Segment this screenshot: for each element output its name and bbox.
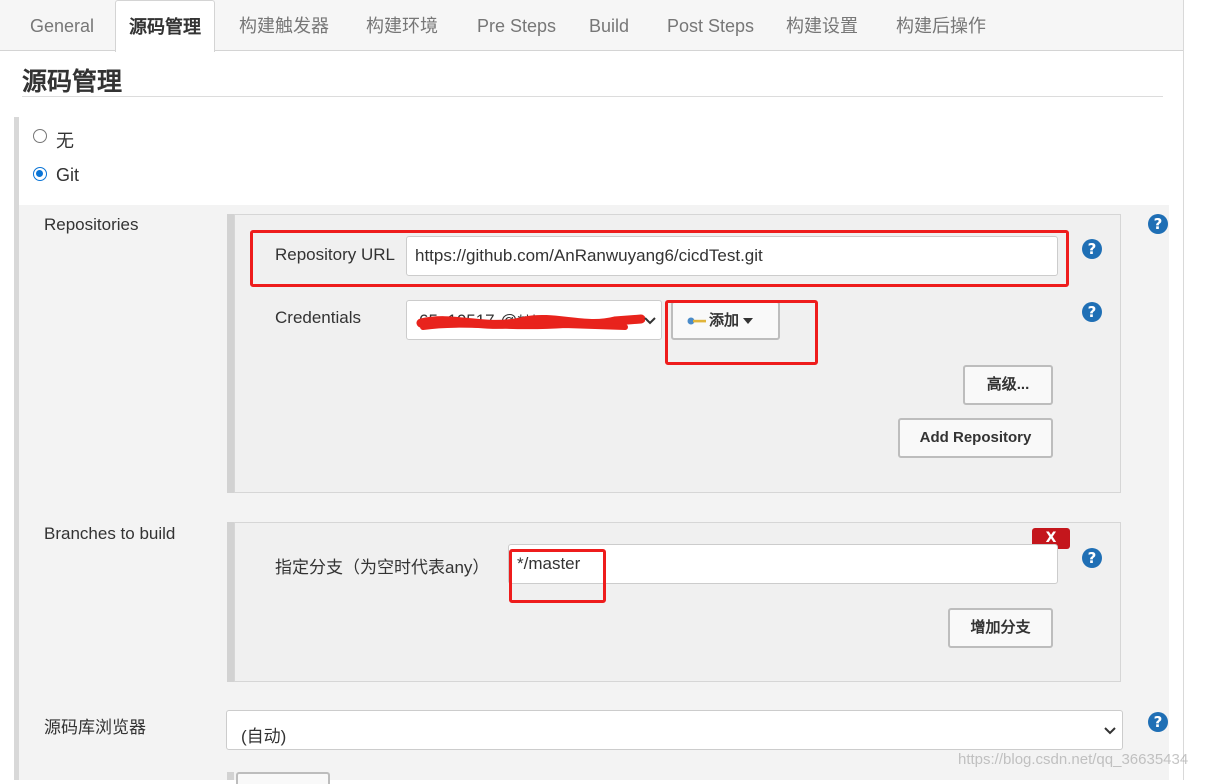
help-icon-credentials[interactable]: ? — [1082, 302, 1102, 322]
repository-browser-value: (自动) — [241, 727, 287, 746]
chevron-down-icon — [1104, 727, 1116, 735]
redaction-scribble — [416, 314, 645, 330]
next-section-bar — [227, 772, 234, 780]
radio-git[interactable] — [33, 167, 47, 181]
add-branch-button[interactable]: 增加分支 — [948, 608, 1053, 648]
help-icon-branch-specifier[interactable]: ? — [1082, 548, 1102, 568]
tab-post-build-actions[interactable]: 构建后操作 — [896, 0, 986, 50]
page-right-border — [1183, 0, 1184, 780]
advanced-button[interactable]: 高级... — [963, 365, 1053, 405]
highlight-branch-specifier — [509, 549, 606, 603]
repositories-label: Repositories — [44, 215, 139, 234]
highlight-repository-url — [250, 230, 1069, 287]
section-title: 源码管理 — [22, 68, 123, 96]
tab-bar: General 源码管理 构建触发器 构建环境 Pre Steps Build … — [0, 0, 1184, 52]
watermark: https://blog.csdn.net/qq_36635434 — [958, 751, 1189, 768]
radio-none-label[interactable]: 无 — [56, 127, 74, 153]
next-section-button-partial[interactable] — [236, 772, 330, 784]
tab-pre-steps[interactable]: Pre Steps — [477, 0, 556, 50]
branch-specifier-label: 指定分支（为空时代表any） — [275, 558, 490, 577]
chevron-down-icon — [644, 317, 656, 325]
repositories-bar — [227, 214, 234, 493]
branches-label: Branches to build — [44, 524, 176, 543]
radio-none[interactable] — [33, 129, 47, 143]
help-icon-repository-url[interactable]: ? — [1082, 239, 1102, 259]
tab-build-settings[interactable]: 构建设置 — [786, 0, 858, 50]
highlight-add-credentials — [665, 300, 818, 365]
radio-git-label[interactable]: Git — [56, 165, 79, 186]
credentials-select[interactable]: 65a10517-@*** — [406, 300, 662, 340]
tab-post-steps[interactable]: Post Steps — [667, 0, 754, 50]
tab-build-environment[interactable]: 构建环境 — [366, 0, 438, 50]
tab-build-triggers[interactable]: 构建触发器 — [239, 0, 329, 50]
tab-general[interactable]: General — [30, 0, 94, 50]
help-icon-repositories[interactable]: ? — [1148, 214, 1168, 234]
tab-build[interactable]: Build — [589, 0, 629, 50]
repository-browser-label: 源码库浏览器 — [44, 718, 146, 737]
title-divider — [22, 96, 1163, 97]
help-icon-repository-browser[interactable]: ? — [1148, 712, 1168, 732]
tab-source-code-management[interactable]: 源码管理 — [115, 0, 215, 52]
add-repository-button[interactable]: Add Repository — [898, 418, 1053, 458]
repository-browser-select[interactable]: (自动) — [226, 710, 1123, 750]
branches-bar — [227, 522, 234, 682]
credentials-label: Credentials — [275, 308, 361, 327]
